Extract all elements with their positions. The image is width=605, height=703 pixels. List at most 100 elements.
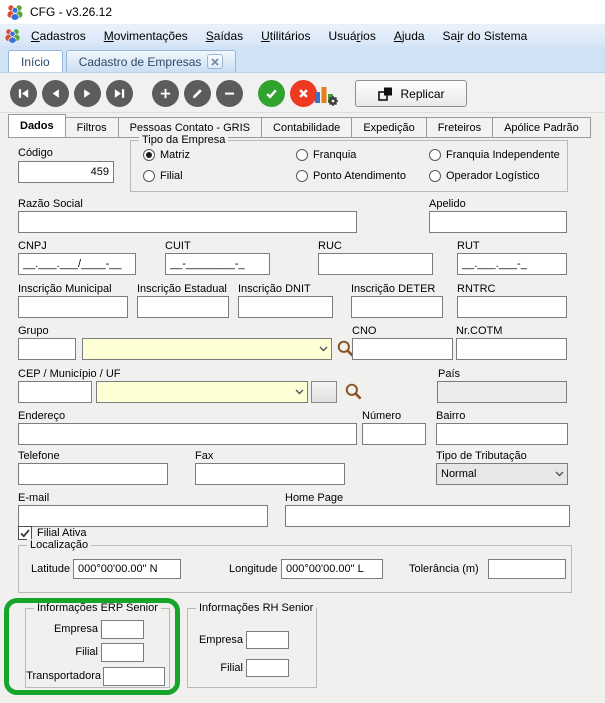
grupo-code-input[interactable] xyxy=(18,338,76,360)
home-page-label: Home Page xyxy=(285,492,343,504)
tab-dados[interactable]: Dados xyxy=(8,114,66,138)
inscricao-estadual-input[interactable] xyxy=(137,296,229,318)
ruc-input[interactable] xyxy=(318,253,433,275)
cnpj-input[interactable] xyxy=(18,253,136,275)
menu-movimentacoes[interactable]: Movimentações xyxy=(96,27,196,45)
endereco-label: Endereço xyxy=(18,410,65,422)
previous-record-button[interactable] xyxy=(42,80,69,107)
erp-transportadora-input[interactable] xyxy=(103,667,165,686)
menu-sair-do-sistema[interactable]: Sair do Sistema xyxy=(435,27,536,45)
chevron-down-icon xyxy=(315,339,331,359)
replicate-icon xyxy=(377,86,393,102)
grupo-combo[interactable] xyxy=(82,338,332,360)
tab-freteiros[interactable]: Freteiros xyxy=(427,117,493,138)
cuit-label: CUIT xyxy=(165,240,191,252)
rh-filial-input[interactable] xyxy=(246,659,289,677)
latitude-input[interactable] xyxy=(73,559,181,579)
erp-empresa-label: Empresa xyxy=(26,623,98,635)
radio-franquia-independente[interactable]: Franquia Independente xyxy=(429,149,560,161)
tab-contabilidade[interactable]: Contabilidade xyxy=(262,117,352,138)
tab-filtros[interactable]: Filtros xyxy=(66,117,119,138)
radio-icon xyxy=(143,149,155,161)
radio-filial[interactable]: Filial xyxy=(143,170,183,182)
rh-senior-legend: Informações RH Senior xyxy=(196,602,316,614)
radio-operador-logistico[interactable]: Operador Logístico xyxy=(429,170,540,182)
next-record-button[interactable] xyxy=(74,80,101,107)
apelido-input[interactable] xyxy=(429,211,567,233)
tab-inicio[interactable]: Início xyxy=(8,50,63,72)
inscricao-deter-input[interactable] xyxy=(351,296,443,318)
replicar-button[interactable]: Replicar xyxy=(355,80,467,107)
numero-input[interactable] xyxy=(362,423,426,445)
menu-saidas[interactable]: Saídas xyxy=(198,27,251,45)
erp-empresa-input[interactable] xyxy=(101,620,144,639)
tab-apolice-padrao[interactable]: Apólice Padrão xyxy=(493,117,591,138)
chart-settings-button[interactable] xyxy=(313,81,339,107)
tipo-tributacao-combo[interactable]: Normal xyxy=(436,463,568,485)
telefone-input[interactable] xyxy=(18,463,168,485)
app-window: CFG - v3.26.12 Cadastros Movimentações S… xyxy=(0,0,605,703)
rh-empresa-input[interactable] xyxy=(246,631,289,649)
fax-input[interactable] xyxy=(195,463,345,485)
bairro-input[interactable] xyxy=(436,423,568,445)
localizacao-group: Localização Latitude Longitude Tolerânci… xyxy=(18,545,572,593)
longitude-input[interactable] xyxy=(281,559,383,579)
tipo-da-empresa-legend: Tipo da Empresa xyxy=(139,134,228,146)
menu-ajuda[interactable]: Ajuda xyxy=(386,27,433,45)
rntrc-input[interactable] xyxy=(457,296,567,318)
edit-button[interactable] xyxy=(184,80,211,107)
rh-senior-group: Informações RH Senior Empresa Filial xyxy=(187,608,317,688)
add-button[interactable] xyxy=(152,80,179,107)
delete-button[interactable] xyxy=(216,80,243,107)
nr-cotm-input[interactable] xyxy=(456,338,567,360)
menu-cadastros[interactable]: Cadastros xyxy=(23,27,94,45)
radio-icon xyxy=(143,170,155,182)
form-dados: Código Tipo da Empresa Matriz Franquia F… xyxy=(0,138,605,703)
main-tab-strip: Início Cadastro de Empresas xyxy=(0,46,605,73)
pais-input xyxy=(437,381,567,403)
cep-input[interactable] xyxy=(18,381,92,403)
close-tab-icon[interactable] xyxy=(207,54,223,69)
inscricao-deter-label: Inscrição DETER xyxy=(351,283,435,295)
tab-cadastro-de-empresas[interactable]: Cadastro de Empresas xyxy=(66,50,237,72)
email-label: E-mail xyxy=(18,492,49,504)
grupo-label: Grupo xyxy=(18,325,49,337)
razao-social-input[interactable] xyxy=(18,211,357,233)
numero-label: Número xyxy=(362,410,401,422)
cep-ellipsis-button[interactable] xyxy=(311,381,337,403)
inscricao-municipal-input[interactable] xyxy=(18,296,128,318)
page-tab-bar: Dados Filtros Pessoas Contato - GRIS Con… xyxy=(0,113,605,138)
fax-label: Fax xyxy=(195,450,213,462)
codigo-label: Código xyxy=(18,147,53,159)
endereco-input[interactable] xyxy=(18,423,357,445)
cep-search-icon[interactable] xyxy=(344,382,364,402)
tab-expedicao[interactable]: Expedição xyxy=(352,117,426,138)
cuit-input[interactable] xyxy=(165,253,270,275)
first-record-button[interactable] xyxy=(10,80,37,107)
inscricao-estadual-label: Inscrição Estadual xyxy=(137,283,227,295)
last-record-button[interactable] xyxy=(106,80,133,107)
home-page-input[interactable] xyxy=(285,505,570,527)
pais-label: País xyxy=(438,368,460,380)
radio-ponto-atendimento[interactable]: Ponto Atendimento xyxy=(296,170,406,182)
menu-utilitarios[interactable]: Utilitários xyxy=(253,27,318,45)
radio-icon xyxy=(429,170,441,182)
email-input[interactable] xyxy=(18,505,268,527)
radio-franquia[interactable]: Franquia xyxy=(296,149,356,161)
cno-input[interactable] xyxy=(352,338,453,360)
erp-filial-input[interactable] xyxy=(101,643,144,662)
tolerancia-input[interactable] xyxy=(488,559,566,579)
rut-input[interactable] xyxy=(457,253,567,275)
chevron-down-icon xyxy=(291,382,307,402)
codigo-input[interactable] xyxy=(18,161,114,183)
inscricao-dnit-input[interactable] xyxy=(238,296,333,318)
menu-usuarios[interactable]: Usuários xyxy=(320,27,383,45)
erp-filial-label: Filial xyxy=(26,646,98,658)
municipio-combo[interactable] xyxy=(96,381,308,403)
cnpj-label: CNPJ xyxy=(18,240,47,252)
cep-municipio-uf-label: CEP / Município / UF xyxy=(18,368,121,380)
filial-ativa-checkbox[interactable]: Filial Ativa xyxy=(18,526,87,540)
radio-matriz[interactable]: Matriz xyxy=(143,149,190,161)
confirm-button[interactable] xyxy=(258,80,285,107)
radio-icon xyxy=(296,149,308,161)
